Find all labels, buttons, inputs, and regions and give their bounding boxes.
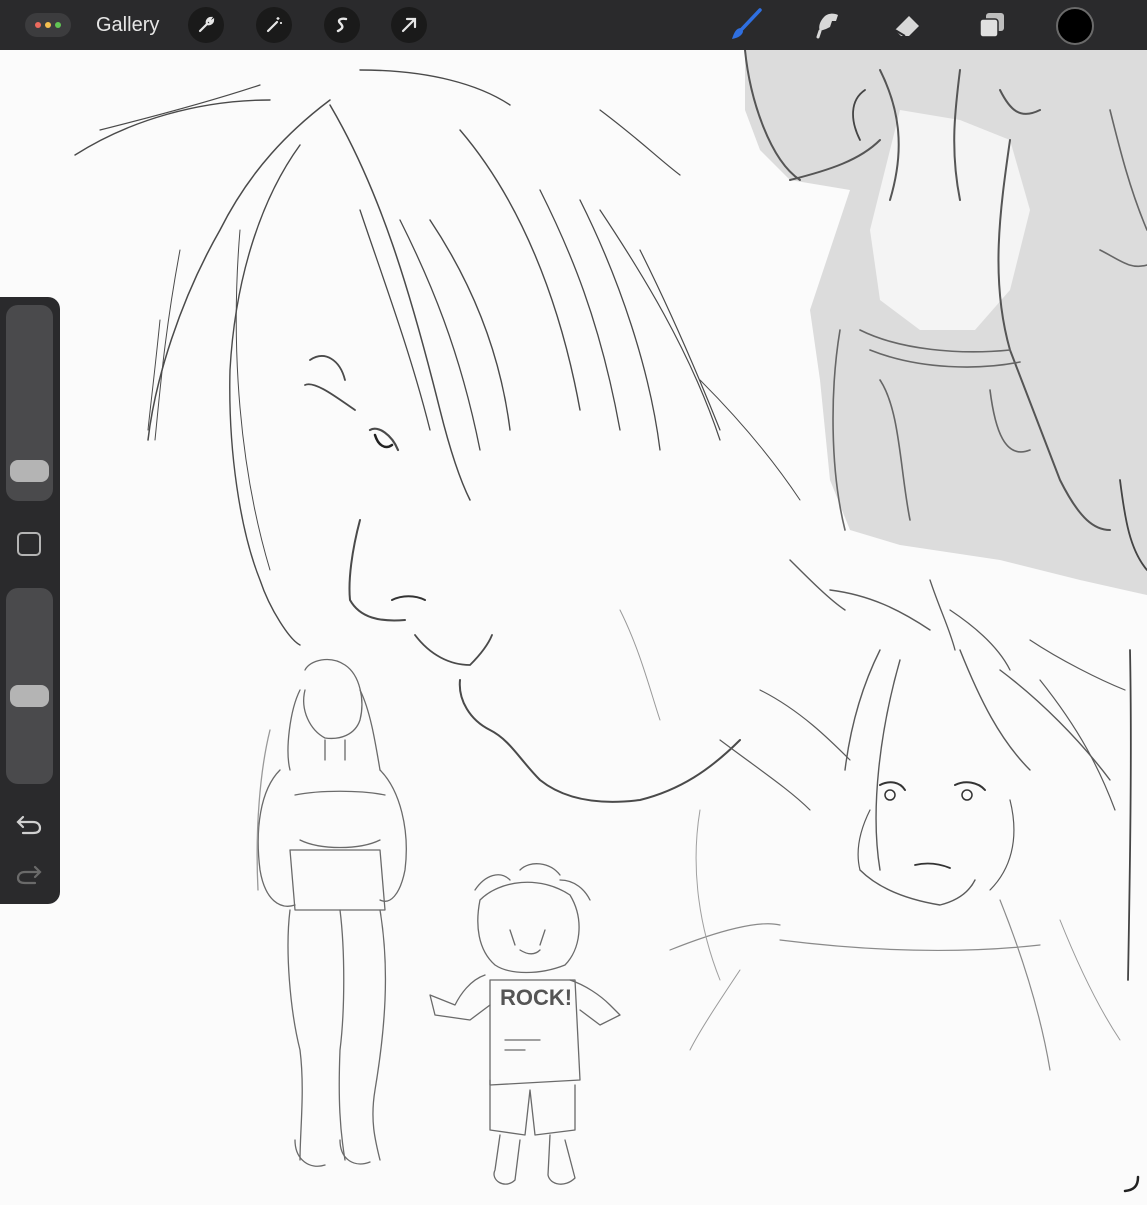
window-menu-button[interactable]	[25, 13, 71, 37]
opacity-thumb[interactable]	[10, 685, 49, 707]
gallery-button[interactable]: Gallery	[96, 13, 159, 37]
smudge-icon	[816, 13, 838, 39]
actions-button[interactable]	[188, 7, 224, 43]
standing-figure-sketch	[256, 658, 407, 1167]
eraser-tool-button[interactable]	[890, 7, 926, 43]
brush-tool-button[interactable]	[728, 7, 764, 43]
undo-icon[interactable]	[15, 813, 43, 837]
layers-icon	[979, 13, 1004, 38]
top-toolbar: Gallery	[0, 0, 1147, 50]
rock-shirt-text: ROCK!	[500, 985, 572, 1010]
magic-wand-icon	[266, 17, 282, 33]
drawing-canvas[interactable]: ROCK!	[0, 49, 1147, 1200]
green-dot-icon	[55, 22, 61, 28]
sketch-artwork: ROCK!	[74, 49, 1147, 1185]
color-picker-button[interactable]	[1056, 7, 1094, 45]
brush-size-slider[interactable]	[6, 305, 53, 501]
smudge-tool-button[interactable]	[810, 7, 846, 43]
selection-button[interactable]	[324, 7, 360, 43]
transform-button[interactable]	[391, 7, 427, 43]
brush-size-thumb[interactable]	[10, 460, 49, 482]
spiky-hair-face-sketch	[669, 559, 1126, 1071]
layers-button[interactable]	[974, 7, 1010, 43]
profile-face-sketch	[74, 69, 801, 803]
eraser-icon	[894, 16, 919, 37]
brush-icon	[732, 8, 762, 39]
redo-icon[interactable]	[15, 863, 43, 887]
selection-s-icon	[336, 17, 348, 33]
adjustments-button[interactable]	[256, 7, 292, 43]
modify-button[interactable]	[17, 532, 41, 556]
red-dot-icon	[35, 22, 41, 28]
shaded-torso-sketch	[744, 49, 1147, 981]
wrench-icon	[198, 16, 215, 33]
left-sidebar	[0, 297, 60, 904]
transform-arrow-icon	[401, 17, 417, 33]
kid-figure-sketch	[429, 863, 621, 1185]
resize-corner-icon	[1123, 1175, 1140, 1193]
opacity-slider[interactable]	[6, 588, 53, 784]
yellow-dot-icon	[45, 22, 51, 28]
